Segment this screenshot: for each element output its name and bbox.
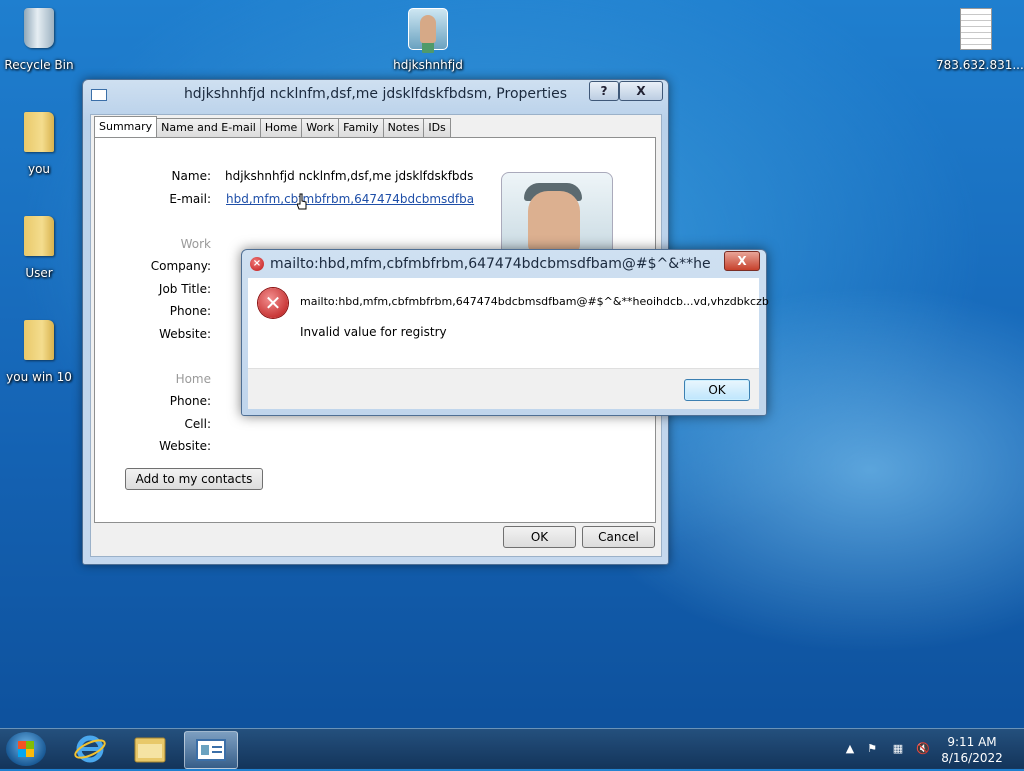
name-label: Name: (171, 169, 211, 183)
job-title-label: Job Title: (158, 282, 211, 296)
action-center-flag-icon[interactable]: ⚑ (866, 743, 878, 755)
desktop-icon-contact[interactable]: hdjkshnhfjd (390, 8, 466, 72)
desktop-icon-recycle-bin[interactable]: Recycle Bin (1, 8, 77, 72)
user-folder-icon (19, 216, 59, 262)
contact-icon (408, 8, 448, 54)
taskbar-contacts-window[interactable] (184, 731, 238, 769)
desktop-icon-label: Recycle Bin (4, 58, 74, 72)
file-explorer-icon (134, 737, 166, 763)
work-group-header: Work (180, 237, 211, 251)
error-dialog: × mailto:hbd,mfm,cbfmbfrbm,647474bdcbmsd… (241, 249, 769, 416)
clock-time: 9:11 AM (947, 735, 997, 749)
dialog-detail: Invalid value for registry (300, 325, 447, 339)
name-value: hdjkshnhfjd ncklnfm,dsf,me jdsklfdskfbds (225, 169, 474, 183)
tab-strip: Summary Name and E-mail Home Work Family… (94, 116, 451, 138)
dialog-content: ✕ mailto:hbd,mfm,cbfmbfrbm,647474bdcbmsd… (248, 278, 769, 368)
taskbar-internet-explorer[interactable] (64, 731, 116, 767)
desktop-icon-label: 783.632.831... (936, 58, 1024, 72)
system-clock[interactable]: 9:11 AM 8/16/2022 (936, 734, 1008, 766)
dialog-footer: OK (248, 368, 759, 409)
window-title: hdjkshnhfjd ncklnfm,dsf,me jdsklfdskfbds… (183, 86, 568, 102)
contact-card-icon (196, 739, 226, 761)
desktop-icon-document[interactable]: 783.632.831... (936, 8, 1024, 72)
work-website-label: Website: (159, 327, 211, 341)
email-label: E-mail: (169, 192, 211, 206)
desktop-icon-user-folder[interactable]: User (1, 216, 77, 280)
internet-explorer-icon (74, 735, 106, 763)
close-button[interactable]: X (619, 81, 663, 101)
folder-icon (19, 112, 59, 158)
ok-button[interactable]: OK (503, 526, 576, 548)
desktop-icon-label: hdjkshnhfjd (393, 58, 463, 72)
taskbar-file-explorer[interactable] (124, 731, 176, 767)
desktop-icon-label: User (25, 266, 53, 280)
home-phone-label: Phone: (169, 394, 211, 408)
desktop-icon-label: you (27, 162, 51, 176)
error-small-icon: × (250, 257, 264, 271)
windows-logo-icon (18, 741, 34, 757)
photo-face (528, 191, 580, 253)
email-link[interactable]: hbd,mfm,cbfmbfrbm,647474bdcbmsdfba (226, 192, 474, 206)
dialog-message: mailto:hbd,mfm,cbfmbfrbm,647474bdcbmsdfb… (300, 295, 769, 308)
network-icon[interactable]: ▦ (892, 743, 904, 755)
dialog-title: mailto:hbd,mfm,cbfmbfrbm,647474bdcbmsdfb… (270, 256, 710, 272)
add-to-contacts-button[interactable]: Add to my contacts (125, 468, 263, 490)
tab-family[interactable]: Family (338, 118, 384, 137)
tab-home[interactable]: Home (259, 118, 303, 137)
dialog-close-button[interactable]: X (724, 251, 760, 271)
recycle-bin-icon (19, 8, 59, 54)
desktop-icon-you-folder[interactable]: you (1, 112, 77, 176)
desktop-icon-label: you win 10 (6, 370, 72, 384)
home-group-header: Home (175, 372, 211, 386)
home-website-label: Website: (159, 439, 211, 453)
tab-name-and-email[interactable]: Name and E-mail (156, 118, 261, 137)
desktop-icon-you-win10[interactable]: you win 10 (1, 320, 77, 384)
taskbar: ▲ ⚑ ▦ 🔇 9:11 AM 8/16/2022 (0, 728, 1024, 769)
tab-notes[interactable]: Notes (382, 118, 425, 137)
volume-muted-icon[interactable]: 🔇 (916, 743, 930, 755)
tab-summary[interactable]: Summary (94, 116, 158, 137)
work-phone-label: Phone: (169, 304, 211, 318)
start-button[interactable] (6, 732, 46, 766)
hand-cursor-icon (297, 193, 307, 210)
cancel-button[interactable]: Cancel (582, 526, 655, 548)
tab-ids[interactable]: IDs (423, 118, 451, 137)
clock-date: 8/16/2022 (941, 751, 1003, 765)
company-label: Company: (150, 259, 211, 273)
zip-folder-icon (19, 320, 59, 366)
show-hidden-icons-icon[interactable]: ▲ (844, 743, 856, 755)
dialog-ok-button[interactable]: OK (684, 379, 750, 401)
help-button[interactable]: ? (589, 81, 619, 101)
document-icon (956, 8, 996, 54)
tab-work[interactable]: Work (301, 118, 340, 137)
cell-label: Cell: (184, 417, 211, 431)
error-icon: ✕ (258, 288, 288, 318)
